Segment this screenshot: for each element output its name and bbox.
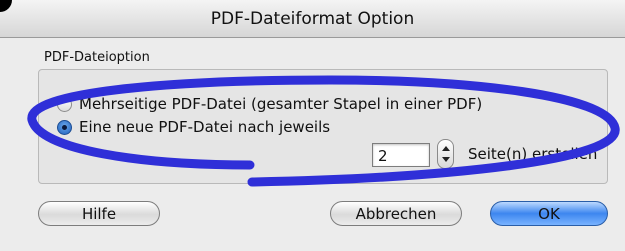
pages-stepper[interactable] [437,139,454,169]
window-title: PDF-Dateiformat Option [210,9,415,29]
option-multipage[interactable]: Mehrseitige PDF-Datei (gesamter Stapel i… [57,95,482,113]
chevron-down-icon[interactable] [442,157,450,162]
title-bar[interactable]: PDF-Dateiformat Option [0,0,625,38]
pages-suffix-label: Seite(n) erstellen [468,145,598,163]
option-multipage-label: Mehrseitige PDF-Datei (gesamter Stapel i… [79,95,483,113]
pdf-option-dialog: PDF-Dateiformat Option PDF-Dateioption M… [0,0,625,251]
option-split[interactable]: Eine neue PDF-Datei nach jeweils [57,118,330,136]
cancel-button[interactable]: Abbrechen [330,201,462,226]
radio-multipage[interactable] [57,96,72,112]
chevron-up-icon[interactable] [442,146,450,151]
radio-split[interactable] [57,119,72,135]
option-split-label: Eine neue PDF-Datei nach jeweils [79,118,331,136]
pages-count-input[interactable]: 2 [372,143,430,167]
ok-button[interactable]: OK [490,201,608,226]
help-button[interactable]: Hilfe [38,201,160,226]
group-label: PDF-Dateioption [44,50,150,65]
